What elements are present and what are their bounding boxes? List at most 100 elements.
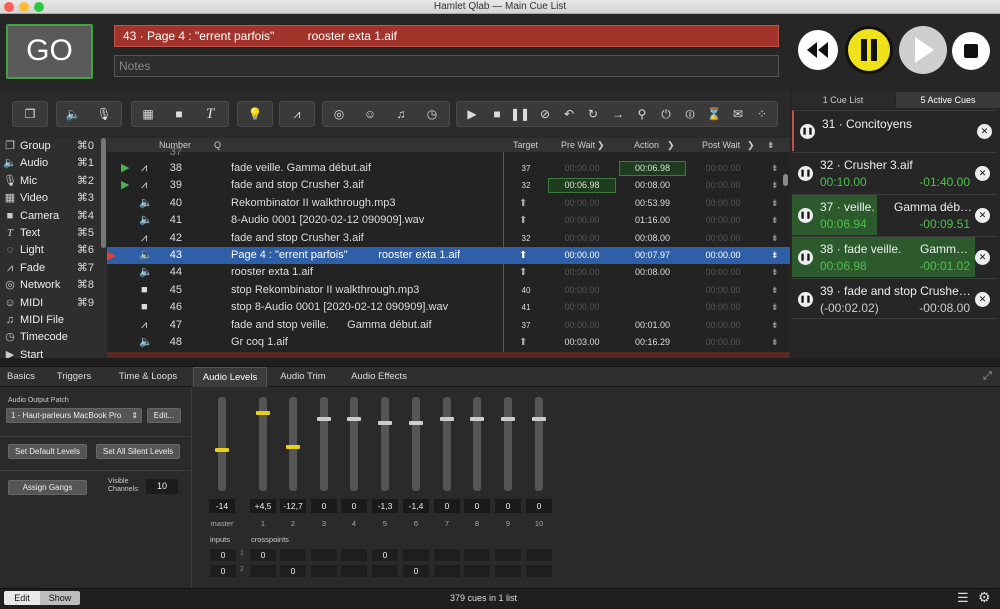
close-icon[interactable]: ✕ xyxy=(975,250,990,265)
visible-channels-field[interactable]: 10 xyxy=(146,479,178,494)
pause-icon[interactable]: ❚❚ xyxy=(800,124,815,139)
reset-cue-icon[interactable]: ↶ xyxy=(557,103,581,125)
group-cue-icon[interactable]: ❐ xyxy=(18,103,42,125)
stop-all-button[interactable] xyxy=(952,32,990,70)
input-level[interactable]: 0 xyxy=(210,565,236,577)
active-cue-item[interactable]: ❚❚ 37 · veille. Gamma déb… 00:06.94 -00:… xyxy=(792,194,997,235)
table-row[interactable]: ■ 45 stop Rekombinator II walkthrough.mp… xyxy=(107,282,790,299)
wait-cue-icon[interactable]: ⌛ xyxy=(702,103,726,125)
panic-rewind-button[interactable] xyxy=(798,30,838,70)
active-cue-item[interactable]: ❚❚ 31 · Concitoyens ✕ xyxy=(792,110,997,151)
level-value[interactable]: -14 xyxy=(209,499,235,513)
fader-2[interactable] xyxy=(286,397,300,491)
fader-thumb[interactable] xyxy=(501,417,515,421)
stop-cue-icon[interactable]: ■ xyxy=(485,103,509,125)
active-cue-item[interactable]: ❚❚ 38 · fade veille. Gamm… 00:06.98 -00:… xyxy=(792,236,997,277)
fader-thumb[interactable] xyxy=(347,417,361,421)
fader-thumb[interactable] xyxy=(256,411,270,415)
sidebar-item-midi-file[interactable]: ♫ MIDI File xyxy=(0,312,100,329)
level-value[interactable]: 0 xyxy=(526,499,552,513)
fader-thumb[interactable] xyxy=(378,421,392,425)
level-value[interactable]: 0 xyxy=(434,499,460,513)
crosspoint-cell[interactable]: 0 xyxy=(280,565,306,577)
table-row[interactable]: 🔈 40 Rekombinator II walkthrough.mp3 ⬆ 0… xyxy=(107,195,790,212)
sidebar-item-timecode[interactable]: ◷ Timecode xyxy=(0,329,100,346)
camera-cue-icon[interactable]: ■ xyxy=(167,103,191,125)
timecode-cue-icon[interactable]: ◷ xyxy=(420,103,444,125)
level-value[interactable]: 0 xyxy=(311,499,337,513)
goto-cue-icon[interactable]: → xyxy=(606,103,630,125)
fader-thumb[interactable] xyxy=(286,445,300,449)
table-scrollbar[interactable] xyxy=(783,174,788,186)
table-row[interactable]: 🔈 48 Gr coq 1.aif ⬆ 00:03.00 00:16.29 00… xyxy=(107,334,790,351)
fader-thumb[interactable] xyxy=(470,417,484,421)
pause-cue-icon[interactable]: ❚❚ xyxy=(508,103,532,125)
fader-6[interactable] xyxy=(409,397,423,491)
crosspoint-cell[interactable] xyxy=(495,549,521,561)
table-row[interactable]: ■ 46 stop 8-Audio 0001 [2020-02-12 09090… xyxy=(107,299,790,316)
notes-field[interactable]: Notes xyxy=(114,55,779,77)
fader-5[interactable] xyxy=(378,397,392,491)
tab-cue-lists[interactable]: 1 Cue List xyxy=(792,92,894,108)
level-value[interactable]: 0 xyxy=(464,499,490,513)
fader-10[interactable] xyxy=(532,397,546,491)
level-value[interactable]: -1,4 xyxy=(403,499,429,513)
sidebar-item-midi[interactable]: ☺ MIDI ⌘9 xyxy=(0,295,100,312)
crosspoint-cell[interactable]: 0 xyxy=(250,549,276,561)
light-cue-icon[interactable]: 💡 xyxy=(243,103,267,125)
pause-icon[interactable]: ❚❚ xyxy=(798,250,813,265)
table-row[interactable]: ⩘ 47 fade and stop veille. Gamma début.a… xyxy=(107,317,790,334)
split-divider[interactable] xyxy=(0,358,1000,366)
close-icon[interactable]: ✕ xyxy=(975,166,990,181)
crosspoint-cell[interactable] xyxy=(526,565,552,577)
fader-4[interactable] xyxy=(347,397,361,491)
assign-gangs-button[interactable]: Assign Gangs xyxy=(8,480,87,495)
memo-cue-icon[interactable]: ✉ xyxy=(726,103,750,125)
tab-audio-levels[interactable]: Audio Levels xyxy=(193,367,267,387)
table-row[interactable]: 37 xyxy=(107,144,790,161)
zoom-window-button[interactable] xyxy=(34,2,44,12)
crosspoint-cell[interactable] xyxy=(403,549,429,561)
fader-thumb[interactable] xyxy=(317,417,331,421)
sidebar-item-camera[interactable]: ■ Camera ⌘4 xyxy=(0,208,100,225)
tab-time-loops[interactable]: Time & Loops xyxy=(108,367,188,387)
tab-basics[interactable]: Basics xyxy=(0,367,42,387)
tab-active-cues[interactable]: 5 Active Cues xyxy=(896,92,1000,108)
devamp-cue-icon[interactable]: ↻ xyxy=(581,103,605,125)
level-value[interactable]: +4,5 xyxy=(250,499,276,513)
tab-triggers[interactable]: Triggers xyxy=(48,367,100,387)
edit-patch-button[interactable]: Edit... xyxy=(147,408,181,423)
fader-7[interactable] xyxy=(440,397,454,491)
table-row[interactable]: ▶ ⩘ 38 fade veille. Gamma début.aif 37 0… xyxy=(107,160,790,177)
level-value[interactable]: -1,3 xyxy=(372,499,398,513)
level-value[interactable]: -12,7 xyxy=(280,499,306,513)
start-cue-icon[interactable]: ▶ xyxy=(460,103,484,125)
table-row[interactable]: 🔈 41 8-Audio 0001 [2020-02-12 090909].wa… xyxy=(107,212,790,229)
tab-audio-trim[interactable]: Audio Trim xyxy=(270,367,336,387)
fader-thumb[interactable] xyxy=(409,421,423,425)
fader-3[interactable] xyxy=(317,397,331,491)
crosspoint-cell[interactable] xyxy=(250,565,276,577)
table-row[interactable]: 🔈 44 rooster exta 1.aif ⬆ 00:00.00 00:08… xyxy=(107,264,790,281)
crosspoint-cell[interactable] xyxy=(464,565,490,577)
set-silent-levels-button[interactable]: Set All Silent Levels xyxy=(96,444,180,459)
fader-thumb[interactable] xyxy=(215,448,229,452)
sidebar-item-group[interactable]: ❐ Group ⌘0 xyxy=(0,138,100,155)
sidebar-item-network[interactable]: ◎ Network ⌘8 xyxy=(0,277,100,294)
output-patch-select[interactable]: 1 - Haut-parleurs MacBook Pro ⇕ xyxy=(6,408,142,423)
close-window-button[interactable] xyxy=(4,2,14,12)
sidebar-item-video[interactable]: ▦ Video ⌘3 xyxy=(0,190,100,207)
video-cue-icon[interactable]: ▦ xyxy=(136,103,160,125)
pause-icon[interactable]: ❚❚ xyxy=(798,166,813,181)
level-value[interactable]: 0 xyxy=(341,499,367,513)
crosspoint-cell[interactable] xyxy=(526,549,552,561)
close-icon[interactable]: ✕ xyxy=(975,292,990,307)
fader-thumb[interactable] xyxy=(440,417,454,421)
fader-8[interactable] xyxy=(470,397,484,491)
sidebar-scrollbar[interactable] xyxy=(101,138,106,248)
script-cue-icon[interactable]: ⁘ xyxy=(750,103,774,125)
sidebar-item-mic[interactable]: 🎙 Mic ⌘2 xyxy=(0,173,100,190)
crosspoint-cell[interactable] xyxy=(341,565,367,577)
crosspoint-cell[interactable] xyxy=(464,549,490,561)
show-mode-button[interactable]: Show xyxy=(40,591,80,605)
